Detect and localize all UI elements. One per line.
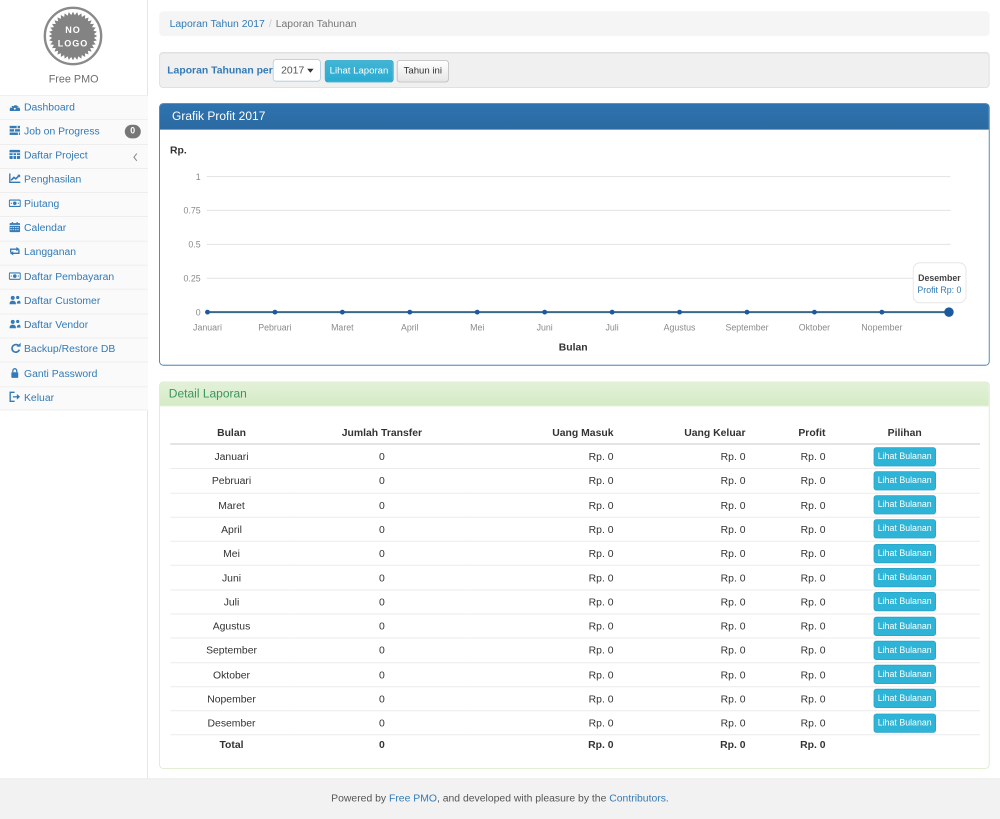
svg-text:Juni: Juni	[536, 322, 552, 332]
svg-text:1: 1	[195, 172, 200, 182]
svg-text:Pebruari: Pebruari	[258, 322, 291, 332]
svg-text:LOGO: LOGO	[58, 38, 88, 48]
svg-text:Oktober: Oktober	[798, 322, 829, 332]
svg-text:Juli: Juli	[605, 322, 618, 332]
svg-text:0.25: 0.25	[183, 273, 200, 283]
svg-text:0.5: 0.5	[188, 239, 200, 249]
svg-text:NO: NO	[65, 25, 80, 35]
svg-text:Januari: Januari	[193, 322, 222, 332]
svg-text:Mei: Mei	[470, 322, 484, 332]
svg-text:0: 0	[195, 307, 200, 317]
svg-text:September: September	[725, 322, 768, 332]
svg-text:0.75: 0.75	[183, 205, 200, 215]
svg-text:Agustus: Agustus	[663, 322, 695, 332]
svg-text:Maret: Maret	[331, 322, 354, 332]
svg-text:April: April	[401, 322, 419, 332]
svg-text:Nopember: Nopember	[861, 322, 902, 332]
